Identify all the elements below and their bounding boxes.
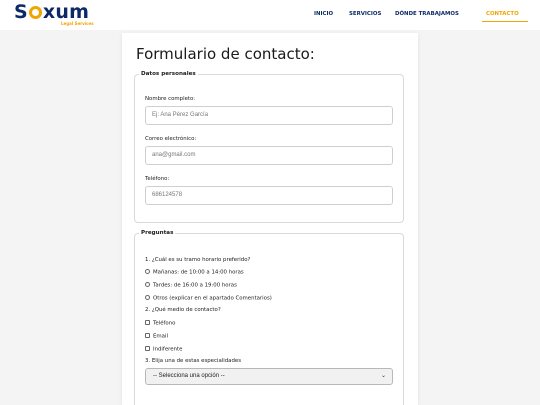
checkbox-email[interactable]: Email xyxy=(145,333,168,340)
personal-data-fieldset: Datos personales Nombre completo: Ej: An… xyxy=(134,71,404,223)
radio-circle-icon[interactable] xyxy=(145,295,150,300)
radio-afternoon[interactable]: Tardes: de 16:00 a 19:00 horas xyxy=(145,282,237,289)
contact-form-card: Formulario de contacto: Datos personales… xyxy=(122,33,418,405)
radio-morning[interactable]: Mañanas: de 10:00 a 14:00 horas xyxy=(145,269,244,276)
checkbox-icon[interactable] xyxy=(145,320,150,325)
nav-inicio[interactable]: INICIO xyxy=(314,11,333,17)
name-input[interactable]: Ej: Ana Pérez García xyxy=(145,106,393,125)
logo-o-ring-icon xyxy=(28,6,42,19)
active-nav-underline xyxy=(482,21,528,23)
email-input[interactable]: ana@gmail.com xyxy=(145,146,393,165)
email-label: Correo electrónico: xyxy=(145,136,197,142)
personal-data-legend: Datos personales xyxy=(141,71,196,77)
page-title: Formulario de contacto: xyxy=(136,45,315,63)
question-1: 1. ¿Cuál es su tramo horario preferido? xyxy=(145,257,251,263)
logo-subtitle: Legal Services xyxy=(61,21,94,26)
questions-fieldset: Preguntas 1. ¿Cuál es su tramo horario p… xyxy=(134,230,404,405)
specialty-select-value: -- Selecciona una opción -- xyxy=(153,373,225,379)
phone-label: Teléfono: xyxy=(145,176,170,182)
checkbox-icon[interactable] xyxy=(145,333,150,338)
logo[interactable]: Sxum Legal Services xyxy=(14,2,114,28)
radio-circle-icon[interactable] xyxy=(145,282,150,287)
nav-donde-trabajamos[interactable]: DÓNDE TRABAJAMOS xyxy=(395,11,459,17)
question-2: 2. ¿Qué medio de contacto? xyxy=(145,307,221,313)
checkbox-phone[interactable]: Teléfono xyxy=(145,320,175,327)
nav-contacto[interactable]: CONTACTO xyxy=(486,11,519,17)
site-header: Sxum Legal Services INICIO SERVICIOS DÓN… xyxy=(0,0,540,30)
nav-servicios[interactable]: SERVICIOS xyxy=(349,11,381,17)
radio-circle-icon[interactable] xyxy=(145,269,150,274)
logo-wordmark: Sxum xyxy=(14,1,90,23)
radio-other[interactable]: Otros (explicar en el apartado Comentari… xyxy=(145,295,272,302)
name-label: Nombre completo: xyxy=(145,96,196,102)
question-3: 3. Elija una de estas especialidades xyxy=(145,358,242,364)
checkbox-icon[interactable] xyxy=(145,346,150,351)
phone-input[interactable]: 686124578 xyxy=(145,186,393,205)
specialty-select[interactable]: -- Selecciona una opción -- ⌄ xyxy=(145,368,393,385)
chevron-down-icon: ⌄ xyxy=(380,373,386,379)
questions-legend: Preguntas xyxy=(141,230,174,236)
checkbox-indifferent[interactable]: Indiferente xyxy=(145,346,182,353)
